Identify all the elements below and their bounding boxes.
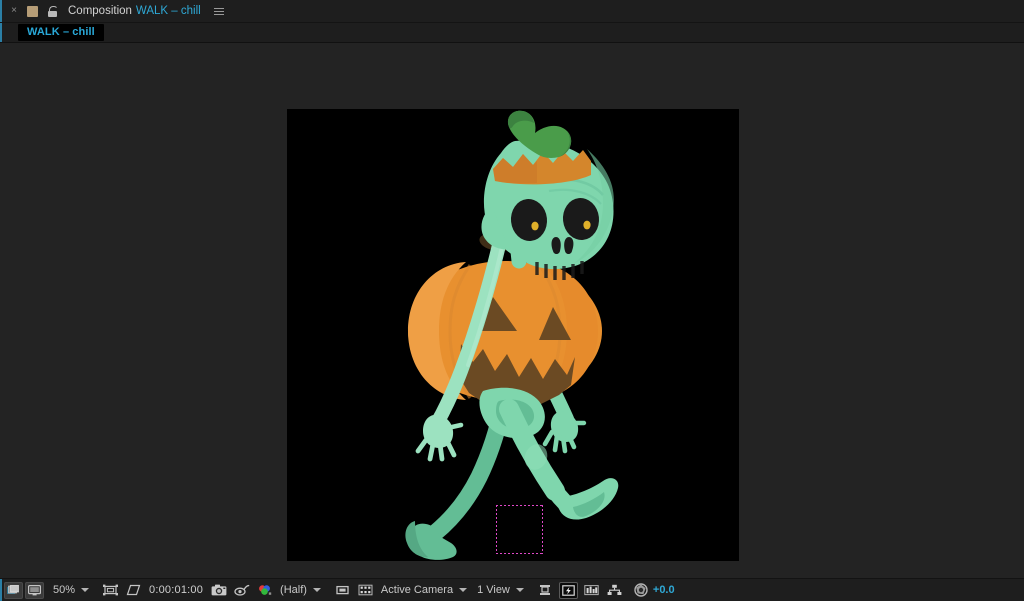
- panel-color-swatch-icon[interactable]: [22, 0, 42, 22]
- timeline-button-icon[interactable]: [582, 582, 601, 599]
- panel-menu-icon[interactable]: [210, 0, 228, 22]
- camera-view-chevron-down-icon[interactable]: [459, 588, 468, 592]
- fullscreen-toggle-icon[interactable]: [25, 581, 44, 599]
- fast-previews-icon[interactable]: [558, 581, 578, 599]
- panel-title-bar: × Composition WALK – chill: [0, 0, 1024, 23]
- composition-canvas[interactable]: [287, 109, 739, 561]
- after-effects-composition-panel: × CompositionWALK – chill WALK – chill: [0, 0, 1024, 601]
- viewer-toolbar: 50% 0:00:01:00 (Half) Active Camera 1 Vi…: [0, 578, 1024, 601]
- breadcrumb-item-walk-chill[interactable]: WALK – chill: [18, 24, 104, 41]
- timecode-display[interactable]: 0:00:01:00: [149, 584, 203, 596]
- resolution-value[interactable]: (Half): [280, 584, 307, 596]
- views-layout-chevron-down-icon[interactable]: [515, 588, 524, 592]
- resolution-chevron-down-icon[interactable]: [312, 588, 321, 592]
- panel-title: Composition WALK – chill: [68, 5, 201, 17]
- composition-viewer[interactable]: [0, 43, 1024, 578]
- composition-flowchart-icon[interactable]: [605, 582, 624, 599]
- pixel-aspect-ratio-correction-icon[interactable]: [536, 582, 555, 599]
- panel-title-prefix: Composition: [68, 5, 132, 17]
- camera-view-value[interactable]: Active Camera: [381, 584, 453, 596]
- breadcrumb: WALK – chill: [0, 23, 1024, 43]
- region-of-interest-icon[interactable]: [101, 582, 120, 599]
- toggle-mask-visibility-icon[interactable]: [333, 582, 352, 599]
- close-panel-icon[interactable]: ×: [6, 0, 22, 22]
- magnification-chevron-down-icon[interactable]: [81, 588, 90, 592]
- exposure-value[interactable]: +0.0: [653, 584, 675, 596]
- grid-and-guides-icon[interactable]: [124, 582, 143, 599]
- views-layout-value[interactable]: 1 View: [477, 584, 510, 596]
- magnification-value[interactable]: 50%: [53, 584, 75, 596]
- panel-title-comp-name: WALK – chill: [135, 5, 201, 17]
- lock-icon[interactable]: [42, 0, 62, 22]
- character-artwork: [287, 109, 739, 561]
- show-channel-icon[interactable]: [255, 582, 274, 599]
- region-of-interest-target-icon[interactable]: [356, 582, 375, 599]
- exposure-icon[interactable]: [632, 582, 651, 599]
- camera-snapshot-icon[interactable]: [209, 582, 228, 599]
- layer-selection-box[interactable]: [496, 505, 543, 554]
- transparency-grid-icon[interactable]: [4, 581, 23, 599]
- show-snapshot-icon[interactable]: [232, 582, 251, 599]
